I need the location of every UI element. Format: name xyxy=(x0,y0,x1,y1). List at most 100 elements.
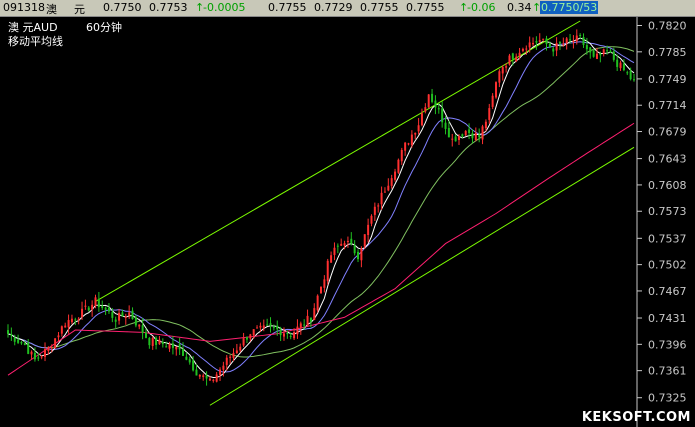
candle-body xyxy=(444,122,447,129)
price-tick-label: 0.7361 xyxy=(648,365,687,378)
price-tick-label: 0.7431 xyxy=(648,312,687,325)
candle-body xyxy=(276,325,279,330)
candle-body xyxy=(461,134,464,137)
candle-body xyxy=(387,185,390,191)
candle-body xyxy=(383,191,386,193)
candle-body xyxy=(498,71,501,83)
candle-body xyxy=(555,42,558,51)
candle-body xyxy=(17,339,20,343)
candle-body xyxy=(626,72,629,74)
candle-body xyxy=(599,53,602,56)
candle-body xyxy=(219,369,222,375)
candle-body xyxy=(629,70,632,80)
instrument-code: 091318 xyxy=(3,1,45,14)
candle-body xyxy=(360,248,363,261)
candle-body xyxy=(316,295,319,311)
candle-body xyxy=(97,298,100,308)
candle-body xyxy=(532,42,535,45)
candle-body xyxy=(77,318,80,320)
candle-body xyxy=(323,279,326,288)
candle-body xyxy=(151,338,154,346)
candle-body xyxy=(471,133,474,139)
candle-body xyxy=(131,310,134,320)
candle-body xyxy=(134,317,137,326)
price-tick-label: 0.7679 xyxy=(648,126,687,139)
candle-body xyxy=(171,343,174,348)
bid-price: 0.7755 xyxy=(360,1,399,14)
candle-body xyxy=(572,40,575,42)
candle-body xyxy=(111,312,114,318)
candle-body xyxy=(33,352,36,360)
candle-body xyxy=(558,42,561,44)
candle-body xyxy=(259,325,262,328)
candle-body xyxy=(198,375,201,377)
candle-body xyxy=(380,192,383,205)
candle-body xyxy=(50,347,53,349)
candle-body xyxy=(91,304,94,310)
candle-body xyxy=(511,53,514,60)
volume-value: 0.34 xyxy=(507,1,532,14)
candle-body xyxy=(346,240,349,243)
candle-body xyxy=(420,113,423,126)
candle-body xyxy=(447,127,450,138)
price-tick-label: 0.7325 xyxy=(648,392,687,405)
candle-body xyxy=(474,132,477,141)
low-price: 0.7729 xyxy=(314,1,353,14)
candle-body xyxy=(282,333,285,337)
candle-body xyxy=(612,51,615,60)
candle-body xyxy=(595,53,598,59)
candle-body xyxy=(363,234,366,247)
candle-body xyxy=(441,108,444,123)
price-tick-label: 0.7714 xyxy=(648,99,687,112)
candle-body xyxy=(249,334,252,339)
candle-body xyxy=(10,334,13,336)
candle-body xyxy=(144,332,147,338)
price-tick-label: 0.7573 xyxy=(648,205,687,218)
candle-body xyxy=(13,337,16,342)
candle-body xyxy=(222,365,225,370)
candle-body xyxy=(548,43,551,47)
candle-body xyxy=(141,325,144,334)
candle-body xyxy=(609,50,612,53)
candle-body xyxy=(582,37,585,45)
candle-body xyxy=(478,134,481,138)
price-tick-label: 0.7608 xyxy=(648,179,687,192)
instrument-name-1: 澳 xyxy=(46,3,57,16)
candle-body xyxy=(279,329,282,336)
candle-body xyxy=(57,335,60,338)
candle-body xyxy=(266,324,269,326)
candle-body xyxy=(94,297,97,306)
candle-body xyxy=(124,316,127,318)
candle-body xyxy=(552,48,555,52)
candle-body xyxy=(293,332,296,339)
candle-body xyxy=(272,326,275,328)
candle-body xyxy=(451,138,454,140)
candle-body xyxy=(633,79,635,81)
candle-body xyxy=(252,329,255,336)
candle-body xyxy=(235,350,238,354)
candle-body xyxy=(350,238,353,244)
candle-body xyxy=(575,35,578,42)
candle-body xyxy=(20,342,23,344)
chart-background xyxy=(0,17,695,427)
candle-body xyxy=(192,360,195,371)
candle-body xyxy=(468,129,471,134)
candle-body xyxy=(357,251,360,260)
candle-body xyxy=(417,125,420,132)
candle-body xyxy=(104,307,107,310)
price-tick-label: 0.7785 xyxy=(648,46,687,59)
candle-body xyxy=(7,330,9,334)
candle-body xyxy=(518,52,521,57)
candle-body xyxy=(353,245,356,254)
candle-body xyxy=(505,66,508,68)
candle-body xyxy=(400,149,403,162)
price-tick-label: 0.7537 xyxy=(648,232,687,245)
candle-body xyxy=(161,341,164,345)
candle-body xyxy=(306,315,309,326)
candle-body xyxy=(434,100,437,108)
candle-body xyxy=(340,243,343,246)
candle-body xyxy=(229,356,232,358)
candle-body xyxy=(303,324,306,326)
candle-body xyxy=(54,338,57,349)
trade-price: 0.7750/53 xyxy=(540,1,599,14)
